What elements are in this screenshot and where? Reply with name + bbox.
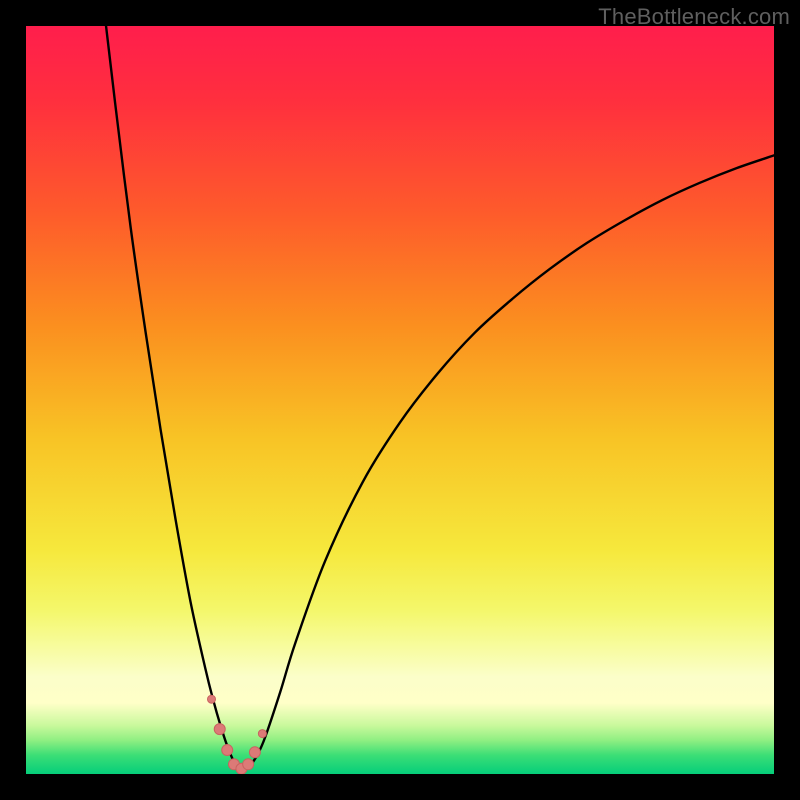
- minimum-markers: [26, 26, 774, 774]
- marker-dot: [222, 745, 233, 756]
- marker-dot: [249, 747, 260, 758]
- marker-dot: [243, 759, 254, 770]
- marker-dot: [214, 724, 225, 735]
- plot-area: [26, 26, 774, 774]
- attribution-text: TheBottleneck.com: [598, 4, 790, 30]
- chart-frame: TheBottleneck.com: [0, 0, 800, 800]
- marker-dot: [258, 730, 266, 738]
- marker-dot: [208, 695, 216, 703]
